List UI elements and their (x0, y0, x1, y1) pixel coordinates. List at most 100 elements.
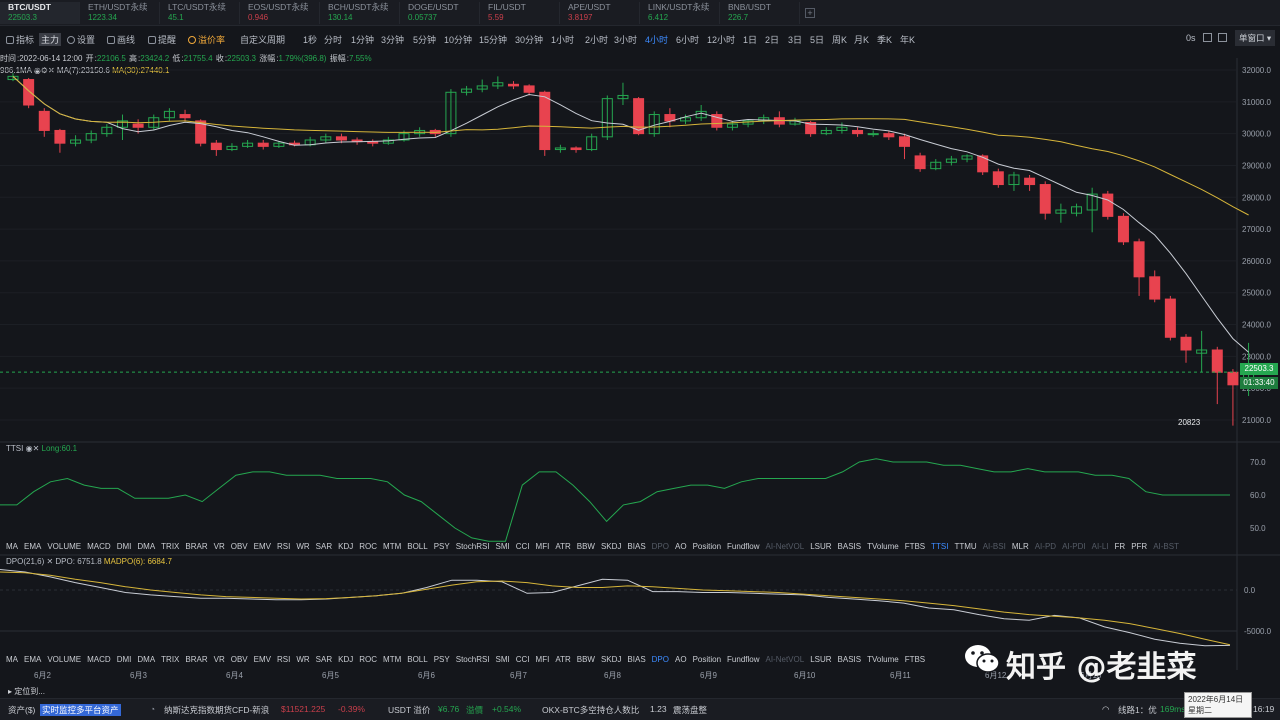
indicator-option[interactable]: VR (214, 655, 225, 664)
indicator-option[interactable]: FTBS (905, 655, 925, 664)
period-option[interactable]: 1分钟 (351, 33, 374, 46)
indicator-option[interactable]: StochRSI (456, 655, 490, 664)
zero-seconds[interactable]: 0s (1186, 33, 1196, 43)
indicator-option[interactable]: AI-NetVOL (766, 655, 805, 664)
indicator-option[interactable]: BBW (577, 655, 595, 664)
indicator-option[interactable]: PSY (434, 542, 450, 551)
indicator-option[interactable]: ATR (555, 655, 570, 664)
ticker-tab[interactable]: ETH/USDT永续 1223.34 (80, 2, 160, 24)
ticker-tab[interactable]: BTC/USDT 22503.3 (0, 2, 80, 24)
indicator-option[interactable]: MLR (1012, 542, 1029, 551)
indicator-option[interactable]: SMI (496, 542, 510, 551)
indicator-option[interactable]: EMA (24, 542, 41, 551)
period-option[interactable]: 1日 (743, 33, 757, 46)
settings-button[interactable]: 设置 (67, 33, 95, 46)
indicator-option[interactable]: AO (675, 542, 687, 551)
indicator-option[interactable]: AI-PDI (1062, 542, 1086, 551)
indicator-option[interactable]: StochRSI (456, 542, 490, 551)
indicator-option[interactable]: WR (296, 542, 309, 551)
fullscreen-icon[interactable] (1218, 33, 1227, 42)
ticker-tab[interactable]: APE/USDT 3.8197 (560, 2, 640, 24)
indicator-option[interactable]: RSI (277, 542, 290, 551)
ticker-tab[interactable]: DOGE/USDT 0.05737 (400, 2, 480, 24)
indicator-option[interactable]: TVolume (867, 655, 899, 664)
indicator-option[interactable]: TRIX (161, 655, 179, 664)
period-option[interactable]: 2小时 (585, 33, 608, 46)
indicator-option[interactable]: TTMU (954, 542, 976, 551)
indicator-option[interactable]: KDJ (338, 655, 353, 664)
indicator-option[interactable]: BASIS (838, 655, 862, 664)
indicator-option[interactable]: Fundflow (727, 655, 759, 664)
indicator-option[interactable]: AI-NetVOL (766, 542, 805, 551)
indicator-option[interactable]: LSUR (810, 655, 831, 664)
indicator-option[interactable]: AI-LI (1092, 542, 1109, 551)
drawing-button[interactable]: 画线 (107, 33, 135, 46)
nasdaq-label[interactable]: 纳斯达克指数期货CFD-新浪 (164, 704, 269, 716)
alert-button[interactable]: 提醒 (148, 33, 176, 46)
indicator-option[interactable]: EMV (254, 655, 271, 664)
period-option[interactable]: 15分钟 (479, 33, 507, 46)
period-option[interactable]: 3日 (788, 33, 802, 46)
indicator-option[interactable]: OBV (231, 542, 248, 551)
ticker-tab[interactable]: FIL/USDT 5.59 (480, 2, 560, 24)
indicator-option[interactable]: DMA (137, 655, 155, 664)
indicator-option[interactable]: DMI (117, 542, 132, 551)
indicator-option[interactable]: AI-PD (1035, 542, 1056, 551)
indicator-option[interactable]: PSY (434, 655, 450, 664)
indicator-option[interactable]: AI-BST (1153, 542, 1179, 551)
indicator-option[interactable]: SMI (496, 655, 510, 664)
indicator-option[interactable]: MA (6, 542, 18, 551)
main-badge[interactable]: 主力 (39, 33, 62, 46)
indicator-option[interactable]: OBV (231, 655, 248, 664)
indicator-option[interactable]: FR (1115, 542, 1126, 551)
indicator-option[interactable]: BRAR (185, 655, 207, 664)
line-status[interactable]: 线路1：优 (1118, 704, 1157, 716)
bell-icon[interactable]: ◔ (150, 704, 155, 714)
indicator-option[interactable]: MACD (87, 655, 111, 664)
period-option[interactable]: 2日 (765, 33, 779, 46)
indicator-option[interactable]: MTM (383, 655, 401, 664)
period-option[interactable]: 10分钟 (444, 33, 472, 46)
indicator-option[interactable]: LSUR (810, 542, 831, 551)
indicator-option[interactable]: SAR (316, 542, 332, 551)
indicator-option[interactable]: BRAR (185, 542, 207, 551)
indicator-option[interactable]: ROC (359, 542, 377, 551)
period-option[interactable]: 6小时 (676, 33, 699, 46)
indicator-option[interactable]: TTSI (931, 542, 948, 551)
indicator-option[interactable]: BIAS (627, 655, 645, 664)
ticker-tab[interactable]: BCH/USDT永续 130.14 (320, 2, 400, 24)
indicator-option[interactable]: BIAS (627, 542, 645, 551)
indicator-option[interactable]: MACD (87, 542, 111, 551)
indicator-option[interactable]: ROC (359, 655, 377, 664)
indicator-option[interactable]: SAR (316, 655, 332, 664)
layout-dropdown[interactable]: 单窗口 ▾ (1235, 30, 1275, 46)
indicator-option[interactable]: Position (693, 655, 721, 664)
screenshot-icon[interactable] (1203, 33, 1212, 42)
close-icon[interactable]: ✕ (33, 444, 40, 453)
indicator-button[interactable]: 指标 (6, 33, 34, 46)
indicator-option[interactable]: TRIX (161, 542, 179, 551)
premium-button[interactable]: 溢价率 (188, 33, 225, 46)
ticker-tab[interactable]: EOS/USDT永续 0.946 (240, 2, 320, 24)
usdt-label[interactable]: USDT 溢价 (388, 704, 430, 716)
period-option[interactable]: 1小时 (551, 33, 574, 46)
indicator-option[interactable]: MFI (536, 655, 550, 664)
indicator-option[interactable]: Fundflow (727, 542, 759, 551)
indicator-option[interactable]: MFI (536, 542, 550, 551)
indicator-option[interactable]: FTBS (905, 542, 925, 551)
ticker-tab[interactable]: LINK/USDT永续 6.412 (640, 2, 720, 24)
indicator-option[interactable]: RSI (277, 655, 290, 664)
period-option[interactable]: 4小时 (645, 33, 668, 46)
period-option[interactable]: 年K (900, 33, 915, 46)
okx-label[interactable]: OKX-BTC多空持仓人数比 (542, 704, 639, 716)
period-option[interactable]: 5日 (810, 33, 824, 46)
period-option[interactable]: 5分钟 (413, 33, 436, 46)
locate-button[interactable]: ▸ 定位到... (8, 686, 45, 697)
indicator-option[interactable]: BASIS (838, 542, 862, 551)
indicator-option[interactable]: MTM (383, 542, 401, 551)
indicator-option[interactable]: SKDJ (601, 655, 621, 664)
close-icon[interactable]: ✕ (46, 557, 53, 566)
indicator-option[interactable]: ATR (555, 542, 570, 551)
indicator-option[interactable]: KDJ (338, 542, 353, 551)
indicator-option[interactable]: WR (296, 655, 309, 664)
